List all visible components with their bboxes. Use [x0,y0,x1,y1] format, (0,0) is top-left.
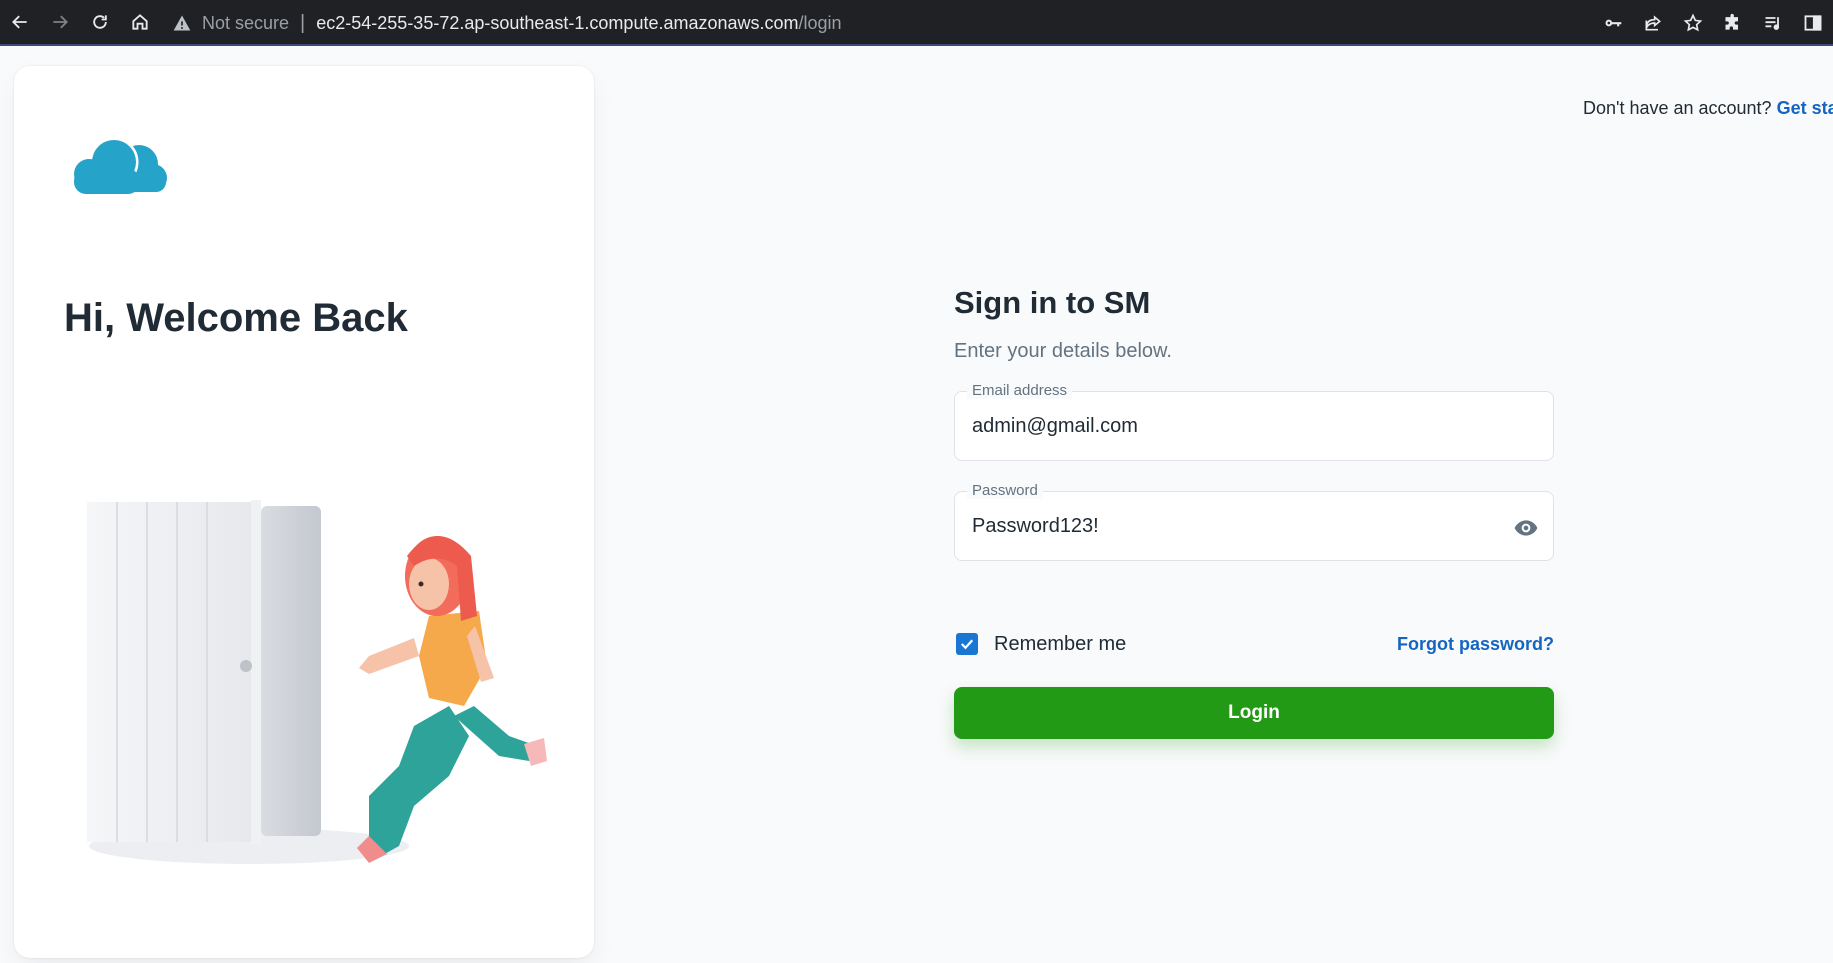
back-icon [12,15,27,29]
side-panel-icon [1804,15,1822,31]
home-icon [132,14,148,30]
remember-label: Remember me [994,632,1127,655]
browser-toolbar: Not secure | ec2-54-255-35-72.ap-southea… [0,0,1833,46]
checkmark-icon [960,639,974,650]
email-field[interactable]: Email address admin@gmail.com [954,382,1554,461]
address-bar[interactable]: Not secure | ec2-54-255-35-72.ap-southea… [172,5,1582,41]
form-options-row: Remember me Forgot password? [954,629,1554,659]
login-button[interactable]: Login [954,687,1554,739]
get-started-link[interactable]: Get started [1777,98,1833,118]
welcome-card: Hi, Welcome Back [14,66,594,958]
extensions-icon [1725,13,1738,30]
reload-button[interactable] [80,0,120,45]
forgot-password-link[interactable]: Forgot password? [1397,634,1554,655]
extensions-button[interactable] [1713,0,1753,46]
welcome-heading: Hi, Welcome Back [64,296,408,340]
signup-prompt: Don't have an account? Get started [1583,98,1833,119]
password-field[interactable]: Password Password123! [954,482,1554,561]
reading-list-icon [1765,17,1780,30]
share-button[interactable] [1633,0,1673,46]
warning-icon [173,15,191,31]
star-icon [1683,13,1703,32]
security-label: Not secure [202,12,290,33]
email-value: admin@gmail.com [972,415,1138,437]
key-icon [1605,19,1622,27]
form-subtitle: Enter your details below. [954,340,1172,362]
reload-icon [93,15,107,29]
password-value: Password123! [972,515,1099,537]
home-button[interactable] [120,0,160,45]
remember-checkbox[interactable] [956,633,978,655]
door-illustration [87,500,547,864]
signin-form: Sign in to SM Enter your details below. … [954,285,1554,739]
email-label: Email address [967,382,1073,399]
url-path: /login [798,12,842,33]
back-button[interactable] [0,0,40,45]
form-title: Sign in to SM [954,285,1151,320]
address-separator: | [300,11,306,34]
password-key-button[interactable] [1593,0,1633,46]
cloud-logo-icon [71,137,167,194]
toolbar-actions [1593,0,1833,46]
reading-list-button[interactable] [1753,0,1793,46]
forward-icon [53,15,68,29]
bookmark-button[interactable] [1673,0,1713,46]
share-icon [1645,15,1661,31]
password-label: Password [967,482,1043,499]
side-panel-button[interactable] [1793,0,1833,46]
eye-icon[interactable] [1513,515,1539,541]
signup-prompt-text: Don't have an account? [1583,98,1777,118]
url-host: ec2-54-255-35-72.ap-southeast-1.compute.… [316,12,799,33]
remember-me[interactable]: Remember me [954,633,1126,656]
forward-button[interactable] [40,0,80,45]
